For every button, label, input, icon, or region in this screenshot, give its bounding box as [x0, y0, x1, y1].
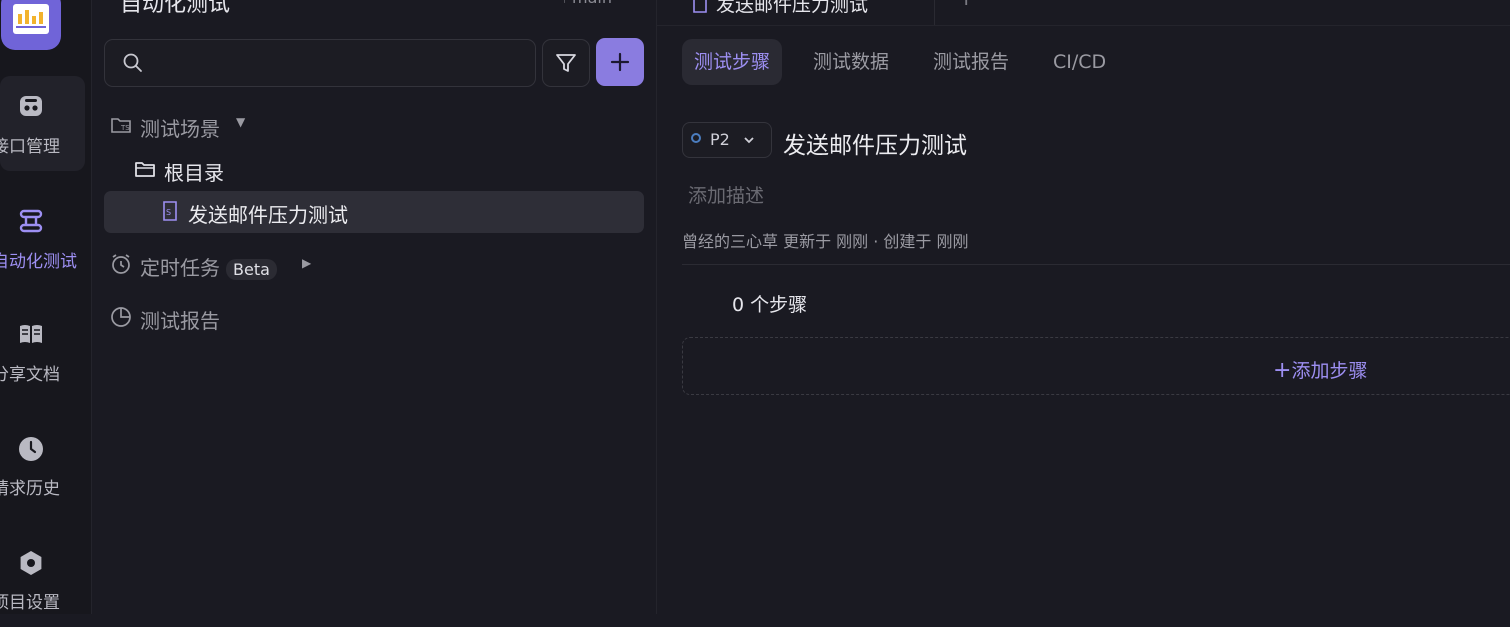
tab-ci-cd[interactable]: CI/CD: [1053, 39, 1106, 85]
caret-down-icon: ▼: [236, 115, 246, 129]
app-logo[interactable]: [1, 0, 61, 50]
rail-label-history: 请求历史: [0, 479, 60, 499]
branch-name: main: [572, 0, 612, 7]
open-tab-label: 发送邮件压力测试: [716, 0, 869, 16]
rail-label-share-docs: 分享文档: [0, 365, 60, 385]
beta-badge: Beta: [226, 259, 277, 280]
rail-item-history[interactable]: 请求历史: [0, 418, 85, 513]
filter-button[interactable]: [542, 39, 590, 87]
scheduled-label: 定时任务: [140, 256, 220, 280]
book-icon: [20, 325, 42, 343]
rail-label-automation: 自动化测试: [0, 252, 77, 272]
add-step-button[interactable]: +添加步骤: [682, 337, 1510, 395]
tree-section-label: 定时任务 Beta: [140, 252, 277, 281]
caret-right-icon: ▶: [302, 256, 312, 270]
add-step-text: 添加步骤: [1291, 360, 1368, 382]
tab-test-steps[interactable]: 测试步骤: [682, 39, 783, 85]
ts-folder-icon: TS: [111, 118, 131, 133]
priority-select[interactable]: P2: [682, 122, 772, 158]
add-button[interactable]: [596, 38, 644, 86]
section-divider: [682, 264, 1510, 265]
plus-icon: [610, 52, 630, 72]
automation-icon: [19, 209, 43, 233]
alarm-icon: [112, 254, 130, 274]
plus-icon: +: [1273, 358, 1292, 383]
app-rail: 接口管理 自动化测试 分享文档 请求历史 项目设置: [0, 0, 92, 614]
pie-chart-icon: [111, 307, 131, 327]
steps-count: 0 个步骤: [732, 294, 808, 316]
add-step-label: +添加步骤: [1273, 356, 1367, 383]
search-input[interactable]: [104, 39, 536, 87]
tree-section-scenarios[interactable]: TS 测试场景 ▼: [104, 105, 644, 147]
open-tab[interactable]: 发送邮件压力测试: [670, 0, 935, 26]
priority-value: P2: [710, 130, 730, 149]
tree-section-scheduled[interactable]: 定时任务 Beta ▶: [104, 244, 644, 286]
tree-section-label: 测试报告: [140, 309, 220, 333]
priority-dot-icon: [691, 133, 701, 143]
chevron-down-icon: [744, 137, 754, 144]
svg-text:TS: TS: [120, 124, 130, 132]
tree-item-case[interactable]: S 发送邮件压力测试: [104, 191, 644, 233]
folder-icon: [135, 162, 155, 177]
filter-icon: [556, 54, 576, 72]
scenario-tree-panel: 自动化测试 ⑂ main TS 测试场景 ▼ 根目录: [92, 0, 657, 614]
rail-label-api: 接口管理: [0, 137, 60, 157]
rail-label-settings: 项目设置: [0, 593, 60, 613]
rail-item-automation[interactable]: 自动化测试: [0, 190, 85, 285]
case-title[interactable]: 发送邮件压力测试: [783, 126, 967, 160]
tabbar-divider: [657, 25, 1510, 26]
settings-icon: [20, 551, 42, 575]
branch-icon: ⑂: [561, 0, 572, 6]
main-panel: 发送邮件压力测试 + 测试步骤 测试数据 测试报告 CI/CD P2 发送邮件压…: [657, 0, 1510, 614]
tab-test-data[interactable]: 测试数据: [813, 39, 889, 85]
tree-section-reports[interactable]: 测试报告: [104, 297, 644, 339]
tab-test-reports[interactable]: 测试报告: [933, 39, 1009, 85]
case-meta: 曾经的三心草 更新于 刚刚 · 创建于 刚刚: [682, 232, 969, 251]
rail-item-api[interactable]: 接口管理: [0, 76, 85, 171]
panel-title: 自动化测试: [120, 0, 231, 17]
rail-item-share-docs[interactable]: 分享文档: [0, 304, 85, 399]
new-tab-button[interactable]: +: [957, 0, 975, 11]
ts-file-icon: S: [163, 201, 177, 221]
rail-item-settings[interactable]: 项目设置: [0, 532, 85, 627]
api-icon: [20, 96, 42, 116]
description-input[interactable]: 添加描述: [688, 181, 764, 208]
svg-text:S: S: [166, 208, 171, 217]
search-icon: [123, 53, 142, 72]
clock-icon: [19, 437, 43, 461]
tree-folder-root[interactable]: 根目录: [104, 149, 644, 191]
tree-folder-label: 根目录: [164, 161, 224, 185]
tree-item-label: 发送邮件压力测试: [188, 203, 348, 227]
tree-section-label: 测试场景: [140, 117, 220, 141]
ts-file-icon: [693, 0, 707, 13]
branch-selector[interactable]: ⑂ main: [561, 0, 612, 7]
